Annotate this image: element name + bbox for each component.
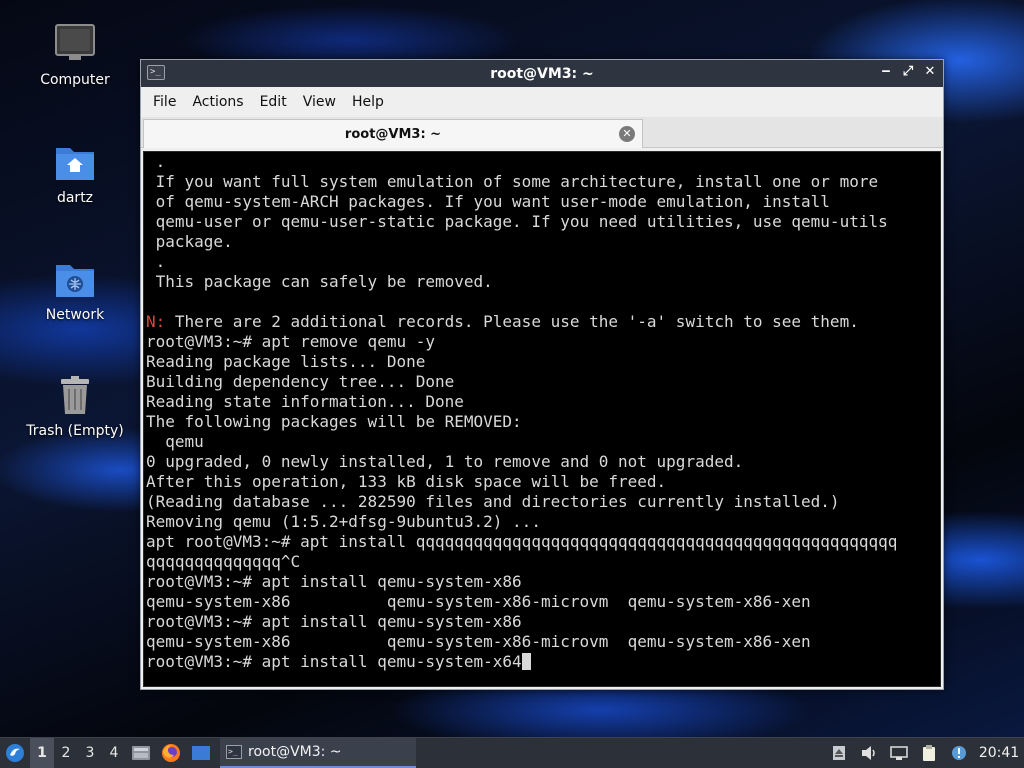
lubuntu-logo-icon: [6, 744, 24, 762]
terminal-line: 0 upgraded, 0 newly installed, 1 to remo…: [146, 452, 744, 471]
menu-actions[interactable]: Actions: [184, 94, 251, 110]
computer-icon: [55, 24, 95, 60]
terminal-line: qemu-user or qemu-user-static package. I…: [146, 212, 888, 231]
tray-clipboard[interactable]: [914, 738, 944, 768]
workspace-2[interactable]: 2: [54, 738, 78, 768]
workspace-1[interactable]: 1: [30, 738, 54, 768]
terminal-line: qemu-system-x86 qemu-system-x86-microvm …: [146, 632, 811, 651]
terminal-line: .: [146, 252, 166, 271]
clipboard-icon: [923, 745, 935, 761]
menu-view[interactable]: View: [295, 94, 344, 110]
terminal-line: root@VM3:~# apt install qemu-system-x86: [146, 572, 522, 591]
show-desktop-launcher[interactable]: [186, 738, 216, 768]
taskbar-window-terminal[interactable]: >_ root@VM3: ~: [220, 738, 416, 768]
desktop-icon-label: dartz: [56, 190, 94, 206]
terminal-line: qqqqqqqqqqqqqq^C: [146, 552, 301, 571]
tab-close-icon[interactable]: ✕: [619, 126, 635, 142]
window-titlebar[interactable]: >_ root@VM3: ~ ‒ ⤢ ✕: [141, 60, 943, 87]
workspace-3[interactable]: 3: [78, 738, 102, 768]
terminal-line: Building dependency tree... Done: [146, 372, 455, 391]
terminal-line: (Reading database ... 282590 files and d…: [146, 492, 840, 511]
menu-file[interactable]: File: [145, 94, 184, 110]
terminal-line: of qemu-system-ARCH packages. If you wan…: [146, 192, 830, 211]
menu-help[interactable]: Help: [344, 94, 392, 110]
file-manager-icon: [132, 746, 150, 760]
terminal-line: root@VM3:~# apt install qemu-system-x86: [146, 612, 522, 631]
menubar: File Actions Edit View Help: [141, 87, 943, 117]
terminal-line: After this operation, 133 kB disk space …: [146, 472, 667, 491]
window-title: root@VM3: ~: [490, 65, 594, 82]
removable-media-icon: [833, 746, 845, 760]
tray-eject[interactable]: [824, 738, 854, 768]
terminal-line: apt root@VM3:~# apt install qqqqqqqqqqqq…: [146, 532, 898, 551]
terminal-output[interactable]: . If you want full system emulation of s…: [143, 151, 941, 687]
terminal-line: package.: [146, 232, 233, 251]
menu-edit[interactable]: Edit: [252, 94, 295, 110]
update-notifier-icon: [952, 746, 966, 760]
terminal-task-icon: >_: [226, 745, 242, 759]
firefox-icon: [162, 744, 180, 762]
close-button[interactable]: ✕: [923, 64, 937, 79]
terminal-line: Reading state information... Done: [146, 392, 464, 411]
notice-text: There are 2 additional records. Please u…: [165, 312, 859, 331]
terminal-line: qemu-system-x86 qemu-system-x86-microvm …: [146, 592, 811, 611]
terminal-line: Removing qemu (1:5.2+dfsg-9ubuntu3.2) ..…: [146, 512, 541, 531]
current-command[interactable]: root@VM3:~# apt install qemu-system-x64: [146, 652, 522, 671]
volume-icon: [862, 746, 875, 760]
terminal-window: >_ root@VM3: ~ ‒ ⤢ ✕ File Actions Edit V…: [140, 59, 944, 690]
terminal-line: The following packages will be REMOVED:: [146, 412, 522, 431]
desktop-icon: [192, 746, 210, 760]
trash-icon: [61, 376, 89, 414]
tab-bar: root@VM3: ~ ✕: [141, 117, 943, 148]
notice-prefix: N:: [146, 312, 166, 331]
tray-network[interactable]: [884, 738, 914, 768]
tab-terminal[interactable]: root@VM3: ~ ✕: [143, 119, 643, 148]
desktop-icon-network[interactable]: Network: [20, 257, 130, 323]
file-manager-launcher[interactable]: [126, 738, 156, 768]
desktop-icon-label: Computer: [40, 72, 110, 88]
tab-label: root@VM3: ~: [344, 126, 442, 142]
desktop-icon-home-folder[interactable]: dartz: [20, 140, 130, 206]
start-menu-button[interactable]: [0, 738, 30, 768]
workspace-4[interactable]: 4: [102, 738, 126, 768]
task-label: root@VM3: ~: [248, 744, 342, 760]
terminal-line: .: [146, 152, 166, 171]
terminal-line: Reading package lists... Done: [146, 352, 426, 371]
network-wired-icon: [890, 746, 908, 760]
desktop-icon-trash[interactable]: Trash (Empty): [20, 373, 130, 439]
taskbar: 1 2 3 4 >_ root@VM3: ~ 20:41: [0, 737, 1024, 768]
network-folder-icon: [56, 265, 94, 297]
tray-volume[interactable]: [854, 738, 884, 768]
terminal-line: root@VM3:~# apt remove qemu -y: [146, 332, 435, 351]
clock[interactable]: 20:41: [974, 745, 1024, 761]
tray-updates[interactable]: [944, 738, 974, 768]
maximize-button[interactable]: ⤢: [901, 64, 915, 79]
desktop-icon-computer[interactable]: Computer: [20, 22, 130, 88]
desktop-icon-label: Trash (Empty): [26, 423, 124, 439]
home-folder-icon: [56, 148, 94, 180]
system-tray: 20:41: [824, 738, 1024, 768]
terminal-line: qemu: [146, 432, 204, 451]
terminal-line: If you want full system emulation of som…: [146, 172, 879, 191]
desktop-icon-label: Network: [45, 307, 105, 323]
text-cursor: [521, 653, 531, 670]
terminal-app-icon: >_: [147, 65, 165, 80]
terminal-line: This package can safely be removed.: [146, 272, 493, 291]
minimize-button[interactable]: ‒: [879, 64, 893, 79]
firefox-launcher[interactable]: [156, 738, 186, 768]
